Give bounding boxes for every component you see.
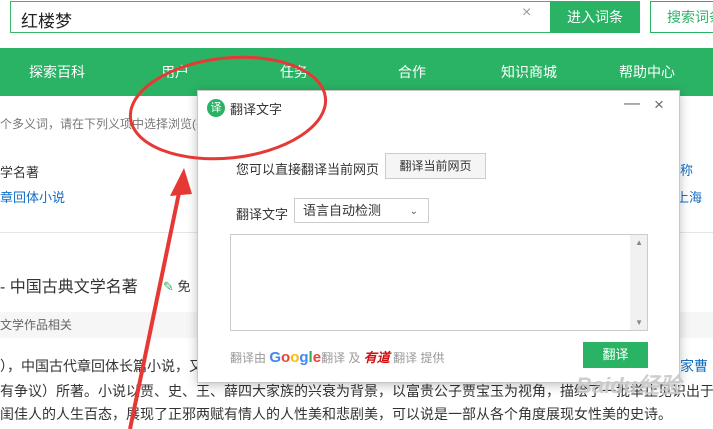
- search-input[interactable]: 红楼梦: [10, 1, 550, 33]
- translate-dialog: 译 翻译文字 — × 您可以直接翻译当前网页 翻译当前网页 翻译文字 语言自动检…: [197, 90, 680, 383]
- enter-entry-button[interactable]: 进入词条: [550, 1, 640, 33]
- provider-credit: 翻译由 Google翻译 及 有道 翻译 提供: [230, 347, 444, 366]
- textarea-scrollbar[interactable]: ▲ ▼: [630, 235, 647, 330]
- close-icon[interactable]: ×: [654, 95, 664, 115]
- sense-item-label: 学名著: [0, 165, 40, 180]
- body-line-3: 闺佳人的人生百态，展现了正邪两赋有情人的人性美和悲剧美，可以说是一部从各个角度展…: [0, 406, 672, 422]
- nav-item-user[interactable]: 用户: [161, 48, 189, 96]
- sense-item-link[interactable]: 章回体小说: [0, 187, 65, 206]
- chevron-down-icon: ⌄: [409, 206, 418, 217]
- body-line-1-right[interactable]: 家曹: [680, 356, 708, 376]
- credit-google-suffix: 翻译 及: [321, 351, 361, 365]
- direct-translate-label: 您可以直接翻译当前网页: [236, 162, 380, 177]
- credit-prefix: 翻译由: [230, 351, 267, 365]
- minimize-icon[interactable]: —: [624, 95, 640, 113]
- translate-button[interactable]: 翻译: [583, 342, 648, 368]
- nav-item-explore[interactable]: 探索百科: [29, 48, 85, 96]
- translate-textarea[interactable]: ▲ ▼: [230, 234, 648, 331]
- search-input-value: 红楼梦: [21, 12, 72, 31]
- nav-item-help[interactable]: 帮助中心: [619, 48, 675, 96]
- sense-right-link[interactable]: 称: [680, 160, 693, 179]
- language-select-value: 语言自动检测: [303, 203, 382, 218]
- scroll-down-icon[interactable]: ▼: [635, 318, 643, 327]
- related-label: 文学作品相关: [0, 318, 73, 332]
- nav-item-cooperate[interactable]: 合作: [398, 48, 426, 96]
- body-line-1: ），中国古代章回体长篇小说，又: [0, 358, 203, 374]
- disambiguation-hint: 个多义词，请在下列义项中选择浏览(共: [0, 117, 208, 131]
- credit-suffix: 翻译 提供: [393, 351, 445, 365]
- edit-link[interactable]: ✎ 免: [163, 276, 191, 295]
- translate-logo-icon: 译: [207, 99, 225, 117]
- google-logo-icon: Google: [269, 349, 322, 366]
- translate-text-label: 翻译文字: [236, 207, 289, 222]
- nav-item-task[interactable]: 任务: [280, 48, 308, 96]
- youdao-logo-icon: 有道: [363, 350, 390, 365]
- entry-heading: - 中国古典文学名著: [0, 279, 138, 296]
- dialog-title: 翻译文字: [230, 102, 283, 117]
- dialog-titlebar[interactable]: 译 翻译文字 — ×: [198, 91, 679, 123]
- baidu-watermark: Baidu经验: [576, 373, 682, 398]
- language-select[interactable]: 语言自动检测 ⌄: [294, 198, 429, 223]
- main-nav: 探索百科 用户 任务 合作 知识商城 帮助中心: [0, 48, 713, 96]
- scroll-up-icon[interactable]: ▲: [635, 238, 643, 247]
- translate-page-button[interactable]: 翻译当前网页: [385, 153, 486, 179]
- nav-item-store[interactable]: 知识商城: [501, 48, 557, 96]
- annotation-arrow-head: [170, 168, 192, 196]
- search-entry-button[interactable]: 搜索词条: [650, 1, 713, 33]
- clear-icon[interactable]: ×: [522, 4, 531, 22]
- edit-label: 免: [177, 279, 191, 294]
- top-search-bar: 红楼梦 × 进入词条 搜索词条: [0, 0, 713, 42]
- pencil-icon: ✎: [163, 279, 174, 294]
